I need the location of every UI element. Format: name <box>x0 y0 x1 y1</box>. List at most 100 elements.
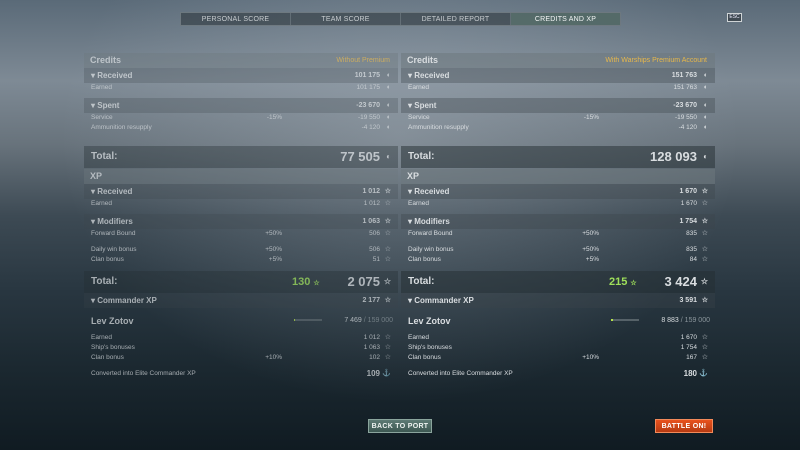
credits-received-row[interactable]: ▾ Received 101 175 ◐ <box>84 68 398 83</box>
collapse-arrow-icon: ▾ Modifiers <box>408 217 450 226</box>
xp-star-icon: ☆ <box>701 334 708 341</box>
tab-personal-score[interactable]: PERSONAL SCORE <box>181 13 291 25</box>
commander-earned-row: Earned 1 012 ☆ <box>84 333 398 343</box>
credits-spent-row[interactable]: ▾ Spent -23 670 ◐ <box>84 98 398 113</box>
modifiers-value: 1 063 <box>362 218 380 225</box>
service-value: -19 550 <box>357 114 380 121</box>
credits-header: Credits With Warships Premium Account <box>401 53 715 68</box>
commander-clan-row: Clan bonus +10% 102 ☆ <box>84 353 398 363</box>
total-credits: 128 093 <box>650 149 697 164</box>
commander-progress-fill <box>294 319 296 321</box>
commander-clan-label: Clan bonus <box>408 354 441 361</box>
commander-xp-progress: 7 469 / 159 000 <box>344 314 393 328</box>
service-row: Service -15% -19 550 ◐ <box>84 113 398 123</box>
commander-xp-max: / 159 000 <box>363 317 393 324</box>
xp-star-icon: ☆ <box>630 280 637 287</box>
collapse-arrow-icon: ▾ Received <box>408 71 450 80</box>
daily-win-row: Daily win bonus +50% 506 ☆ <box>84 245 398 255</box>
panel-with-premium: Credits With Warships Premium Account ▾ R… <box>401 53 715 380</box>
xp-received-row[interactable]: ▾ Received 1 012 ☆ <box>84 184 398 199</box>
forward-bound-label: Forward Bound <box>408 230 453 237</box>
commander-xp-current: 7 469 <box>344 317 362 324</box>
commander-earned-value: 1 670 <box>680 334 697 341</box>
xp-star-icon: ☆ <box>701 200 708 207</box>
spent-label: Spent <box>97 101 120 110</box>
esc-button[interactable]: ESC <box>727 13 742 22</box>
commander-xp-label: Commander XP <box>414 296 474 305</box>
credits-total-row: Total: 77 505 ◐ <box>84 146 398 168</box>
credits-coin-icon: ◐ <box>386 84 391 91</box>
commander-xp-progress: 8 883 / 159 000 <box>661 314 710 328</box>
modifiers-row[interactable]: ▾ Modifiers 1 063 ☆ <box>84 214 398 229</box>
earned-label: Earned <box>91 84 112 91</box>
xp-total-value: 2 075 <box>347 274 380 289</box>
commander-progress-bar <box>294 319 322 321</box>
commander-xp-total: 215 ☆ <box>609 271 637 295</box>
xp-star-icon: ☆ <box>384 188 391 195</box>
credits-coin-icon: ◐ <box>386 72 391 79</box>
commander-xp-value: 3 591 <box>679 297 697 304</box>
tab-bar: PERSONAL SCORE TEAM SCORE DETAILED REPOR… <box>180 12 621 26</box>
daily-win-label: Daily win bonus <box>91 246 137 253</box>
xp-star-icon: ☆ <box>384 354 391 361</box>
ship-bonuses-row: Ship's bonuses 1 754 ☆ <box>401 343 715 353</box>
commander-name: Lev Zotov <box>91 316 134 326</box>
battle-on-button[interactable]: BATTLE ON! <box>655 419 713 433</box>
service-label: Service <box>91 114 113 121</box>
clan-bonus-label: Clan bonus <box>91 256 124 263</box>
back-to-port-button[interactable]: BACK TO PORT <box>368 419 432 433</box>
xp-star-icon: ☆ <box>701 230 708 237</box>
elite-xp-row: Converted into Elite Commander XP 109 ⚓ <box>84 368 398 380</box>
forward-bound-row: Forward Bound +50% 506 ☆ <box>84 229 398 239</box>
ship-bonuses-row: Ship's bonuses 1 063 ☆ <box>84 343 398 353</box>
credits-coin-icon: ◐ <box>386 102 391 109</box>
commander-progress-fill <box>611 319 613 321</box>
modifiers-row[interactable]: ▾ Modifiers 1 754 ☆ <box>401 214 715 229</box>
received-label: Received <box>414 71 450 80</box>
commander-xp-row[interactable]: ▾ Commander XP 3 591 ☆ <box>401 293 715 308</box>
xp-earned-value: 1 670 <box>680 200 697 207</box>
elite-xp-row: Converted into Elite Commander XP 180 ⚓ <box>401 368 715 380</box>
forward-bound-value: 506 <box>369 230 380 237</box>
service-label: Service <box>408 114 430 121</box>
forward-bound-value: 835 <box>686 230 697 237</box>
received-value: 151 763 <box>671 72 697 79</box>
daily-win-pct: +50% <box>582 246 599 253</box>
credits-spent-row[interactable]: ▾ Spent -23 670 ◐ <box>401 98 715 113</box>
xp-star-icon: ☆ <box>384 334 391 341</box>
xp-title: XP <box>407 171 420 181</box>
commander-name: Lev Zotov <box>408 316 451 326</box>
xp-total-row: Total: 130 ☆ 2 075 ☆ <box>84 271 398 293</box>
xp-received-value: 1 012 <box>362 188 380 195</box>
xp-star-icon: ☆ <box>701 218 708 225</box>
forward-bound-row: Forward Bound +50% 835 ☆ <box>401 229 715 239</box>
credits-coin-icon: ◐ <box>703 102 708 109</box>
clan-bonus-value: 84 <box>689 256 697 263</box>
credits-coin-icon: ◐ <box>386 114 391 121</box>
modifiers-label: Modifiers <box>97 217 133 226</box>
xp-star-icon: ☆ <box>701 188 708 195</box>
xp-star-icon: ☆ <box>701 256 708 263</box>
daily-win-label: Daily win bonus <box>408 246 454 253</box>
commander-xp-label: Commander XP <box>97 296 157 305</box>
daily-win-value: 506 <box>369 246 380 253</box>
earned-value: 151 763 <box>673 84 698 91</box>
commander-earned-label: Earned <box>408 334 429 341</box>
service-value: -19 550 <box>674 114 697 121</box>
credits-received-row[interactable]: ▾ Received 151 763 ◐ <box>401 68 715 83</box>
xp-received-row[interactable]: ▾ Received 1 670 ☆ <box>401 184 715 199</box>
ship-bonuses-value: 1 754 <box>680 344 697 351</box>
xp-star-icon: ☆ <box>384 200 391 207</box>
clan-bonus-label: Clan bonus <box>408 256 441 263</box>
collapse-arrow-icon: ▾ Received <box>408 187 450 196</box>
tab-team-score[interactable]: TEAM SCORE <box>291 13 401 25</box>
ammo-row: Ammunition resupply -4 120 ◐ <box>84 123 398 133</box>
ammo-value: -4 120 <box>678 124 697 131</box>
xp-header: XP <box>401 169 715 184</box>
collapse-arrow-icon: ▾ Commander XP <box>408 296 474 305</box>
daily-win-value: 835 <box>686 246 697 253</box>
tab-detailed-report[interactable]: DETAILED REPORT <box>401 13 511 25</box>
tab-credits-and-xp[interactable]: CREDITS AND XP <box>511 13 620 25</box>
commander-xp-row[interactable]: ▾ Commander XP 2 177 ☆ <box>84 293 398 308</box>
clan-bonus-value: 51 <box>372 256 380 263</box>
